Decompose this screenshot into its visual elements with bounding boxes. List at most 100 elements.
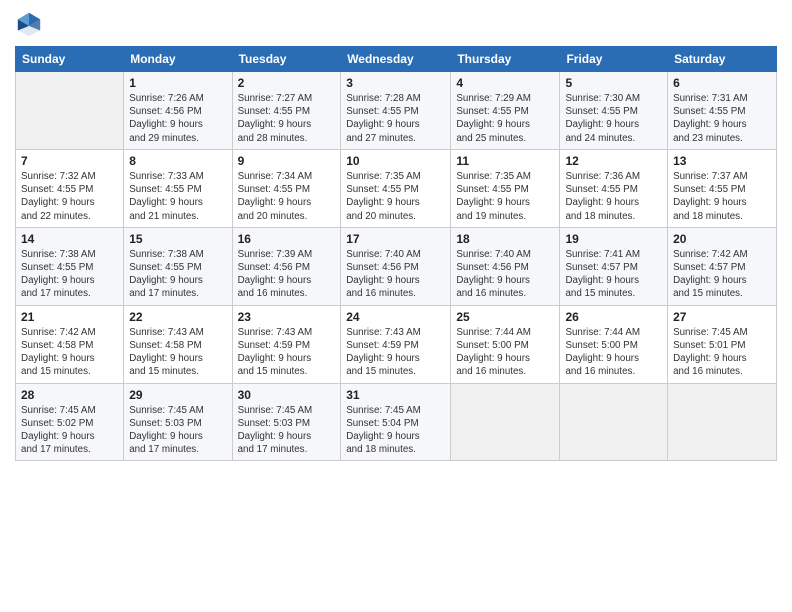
weekday-header-sunday: Sunday (16, 47, 124, 72)
calendar-cell: 12 Sunrise: 7:36 AMSunset: 4:55 PMDayligh… (560, 149, 668, 227)
calendar-cell: 7 Sunrise: 7:32 AMSunset: 4:55 PMDaylight… (16, 149, 124, 227)
calendar-cell: 9 Sunrise: 7:34 AMSunset: 4:55 PMDaylight… (232, 149, 341, 227)
logo-icon (15, 10, 43, 38)
weekday-header-tuesday: Tuesday (232, 47, 341, 72)
calendar-cell: 3 Sunrise: 7:28 AMSunset: 4:55 PMDaylight… (341, 72, 451, 150)
calendar-week-2: 7 Sunrise: 7:32 AMSunset: 4:55 PMDaylight… (16, 149, 777, 227)
day-number: 13 (673, 154, 771, 168)
day-number: 3 (346, 76, 445, 90)
calendar-cell (451, 383, 560, 461)
day-info: Sunrise: 7:27 AMSunset: 4:55 PMDaylight:… (238, 92, 336, 145)
day-number: 11 (456, 154, 554, 168)
day-number: 26 (565, 310, 662, 324)
calendar-week-3: 14 Sunrise: 7:38 AMSunset: 4:55 PMDayligh… (16, 227, 777, 305)
calendar-cell: 17 Sunrise: 7:40 AMSunset: 4:56 PMDayligh… (341, 227, 451, 305)
calendar-cell: 19Sunrise: 7:41 AMSunset: 4:57 PMDayligh… (560, 227, 668, 305)
day-number: 29 (129, 388, 226, 402)
day-info: Sunrise: 7:40 AMSunset: 4:56 PMDaylight:… (346, 248, 445, 301)
day-number: 21 (21, 310, 118, 324)
day-info: Sunrise: 7:42 AMSunset: 4:57 PMDaylight:… (673, 248, 771, 301)
day-number: 1 (129, 76, 226, 90)
calendar-cell: 20Sunrise: 7:42 AMSunset: 4:57 PMDayligh… (668, 227, 777, 305)
calendar-cell: 31Sunrise: 7:45 AMSunset: 5:04 PMDayligh… (341, 383, 451, 461)
calendar-cell: 13 Sunrise: 7:37 AMSunset: 4:55 PMDayligh… (668, 149, 777, 227)
day-info: Sunrise: 7:37 AMSunset: 4:55 PMDaylight:… (673, 170, 771, 223)
calendar-cell: 25Sunrise: 7:44 AMSunset: 5:00 PMDayligh… (451, 305, 560, 383)
calendar-cell (16, 72, 124, 150)
day-info: Sunrise: 7:45 AMSunset: 5:02 PMDaylight:… (21, 404, 118, 457)
day-info: Sunrise: 7:38 AMSunset: 4:55 PMDaylight:… (21, 248, 118, 301)
calendar-cell: 8Sunrise: 7:33 AMSunset: 4:55 PMDaylight… (124, 149, 232, 227)
day-info: Sunrise: 7:34 AMSunset: 4:55 PMDaylight:… (238, 170, 336, 223)
day-info: Sunrise: 7:35 AMSunset: 4:55 PMDaylight:… (346, 170, 445, 223)
day-info: Sunrise: 7:45 AMSunset: 5:03 PMDaylight:… (129, 404, 226, 457)
day-info: Sunrise: 7:38 AMSunset: 4:55 PMDaylight:… (129, 248, 226, 301)
day-info: Sunrise: 7:36 AMSunset: 4:55 PMDaylight:… (565, 170, 662, 223)
calendar-table: SundayMondayTuesdayWednesdayThursdayFrid… (15, 46, 777, 461)
calendar-week-1: 1Sunrise: 7:26 AMSunset: 4:56 PMDaylight… (16, 72, 777, 150)
weekday-header-wednesday: Wednesday (341, 47, 451, 72)
day-info: Sunrise: 7:29 AMSunset: 4:55 PMDaylight:… (456, 92, 554, 145)
day-info: Sunrise: 7:32 AMSunset: 4:55 PMDaylight:… (21, 170, 118, 223)
day-number: 16 (238, 232, 336, 246)
day-number: 9 (238, 154, 336, 168)
day-number: 15 (129, 232, 226, 246)
calendar-cell: 2 Sunrise: 7:27 AMSunset: 4:55 PMDaylight… (232, 72, 341, 150)
calendar-cell: 11 Sunrise: 7:35 AMSunset: 4:55 PMDayligh… (451, 149, 560, 227)
calendar-cell: 22Sunrise: 7:43 AMSunset: 4:58 PMDayligh… (124, 305, 232, 383)
day-info: Sunrise: 7:42 AMSunset: 4:58 PMDaylight:… (21, 326, 118, 379)
calendar-cell (560, 383, 668, 461)
day-number: 8 (129, 154, 226, 168)
calendar-cell (668, 383, 777, 461)
day-info: Sunrise: 7:35 AMSunset: 4:55 PMDaylight:… (456, 170, 554, 223)
calendar-week-4: 21 Sunrise: 7:42 AMSunset: 4:58 PMDayligh… (16, 305, 777, 383)
day-info: Sunrise: 7:45 AMSunset: 5:04 PMDaylight:… (346, 404, 445, 457)
day-number: 5 (565, 76, 662, 90)
day-info: Sunrise: 7:44 AMSunset: 5:00 PMDaylight:… (456, 326, 554, 379)
weekday-header-thursday: Thursday (451, 47, 560, 72)
page-header (15, 10, 777, 38)
calendar-cell: 29 Sunrise: 7:45 AMSunset: 5:03 PMDayligh… (124, 383, 232, 461)
day-info: Sunrise: 7:44 AMSunset: 5:00 PMDaylight:… (565, 326, 662, 379)
weekday-header-monday: Monday (124, 47, 232, 72)
calendar-cell: 18Sunrise: 7:40 AMSunset: 4:56 PMDayligh… (451, 227, 560, 305)
day-info: Sunrise: 7:28 AMSunset: 4:55 PMDaylight:… (346, 92, 445, 145)
day-number: 6 (673, 76, 771, 90)
calendar-cell: 10 Sunrise: 7:35 AMSunset: 4:55 PMDayligh… (341, 149, 451, 227)
day-number: 17 (346, 232, 445, 246)
weekday-header-saturday: Saturday (668, 47, 777, 72)
day-info: Sunrise: 7:39 AMSunset: 4:56 PMDaylight:… (238, 248, 336, 301)
calendar-cell: 28Sunrise: 7:45 AMSunset: 5:02 PMDayligh… (16, 383, 124, 461)
calendar-cell: 5 Sunrise: 7:30 AMSunset: 4:55 PMDaylight… (560, 72, 668, 150)
calendar-cell: 4 Sunrise: 7:29 AMSunset: 4:55 PMDaylight… (451, 72, 560, 150)
day-number: 18 (456, 232, 554, 246)
day-number: 2 (238, 76, 336, 90)
calendar-cell: 1Sunrise: 7:26 AMSunset: 4:56 PMDaylight… (124, 72, 232, 150)
day-number: 23 (238, 310, 336, 324)
calendar-cell: 16 Sunrise: 7:39 AMSunset: 4:56 PMDayligh… (232, 227, 341, 305)
day-number: 7 (21, 154, 118, 168)
day-number: 10 (346, 154, 445, 168)
day-info: Sunrise: 7:31 AMSunset: 4:55 PMDaylight:… (673, 92, 771, 145)
calendar-week-5: 28Sunrise: 7:45 AMSunset: 5:02 PMDayligh… (16, 383, 777, 461)
calendar-cell: 24Sunrise: 7:43 AMSunset: 4:59 PMDayligh… (341, 305, 451, 383)
day-number: 12 (565, 154, 662, 168)
calendar-cell: 27 Sunrise: 7:45 AMSunset: 5:01 PMDayligh… (668, 305, 777, 383)
weekday-header-row: SundayMondayTuesdayWednesdayThursdayFrid… (16, 47, 777, 72)
calendar-cell: 26 Sunrise: 7:44 AMSunset: 5:00 PMDayligh… (560, 305, 668, 383)
day-number: 14 (21, 232, 118, 246)
weekday-header-friday: Friday (560, 47, 668, 72)
day-info: Sunrise: 7:45 AMSunset: 5:01 PMDaylight:… (673, 326, 771, 379)
day-number: 27 (673, 310, 771, 324)
day-info: Sunrise: 7:30 AMSunset: 4:55 PMDaylight:… (565, 92, 662, 145)
day-number: 24 (346, 310, 445, 324)
calendar-cell: 15 Sunrise: 7:38 AMSunset: 4:55 PMDayligh… (124, 227, 232, 305)
day-info: Sunrise: 7:43 AMSunset: 4:58 PMDaylight:… (129, 326, 226, 379)
calendar-cell: 21 Sunrise: 7:42 AMSunset: 4:58 PMDayligh… (16, 305, 124, 383)
calendar-cell: 6 Sunrise: 7:31 AMSunset: 4:55 PMDaylight… (668, 72, 777, 150)
day-number: 4 (456, 76, 554, 90)
calendar-cell: 23Sunrise: 7:43 AMSunset: 4:59 PMDayligh… (232, 305, 341, 383)
day-info: Sunrise: 7:41 AMSunset: 4:57 PMDaylight:… (565, 248, 662, 301)
calendar-cell: 30Sunrise: 7:45 AMSunset: 5:03 PMDayligh… (232, 383, 341, 461)
day-number: 30 (238, 388, 336, 402)
